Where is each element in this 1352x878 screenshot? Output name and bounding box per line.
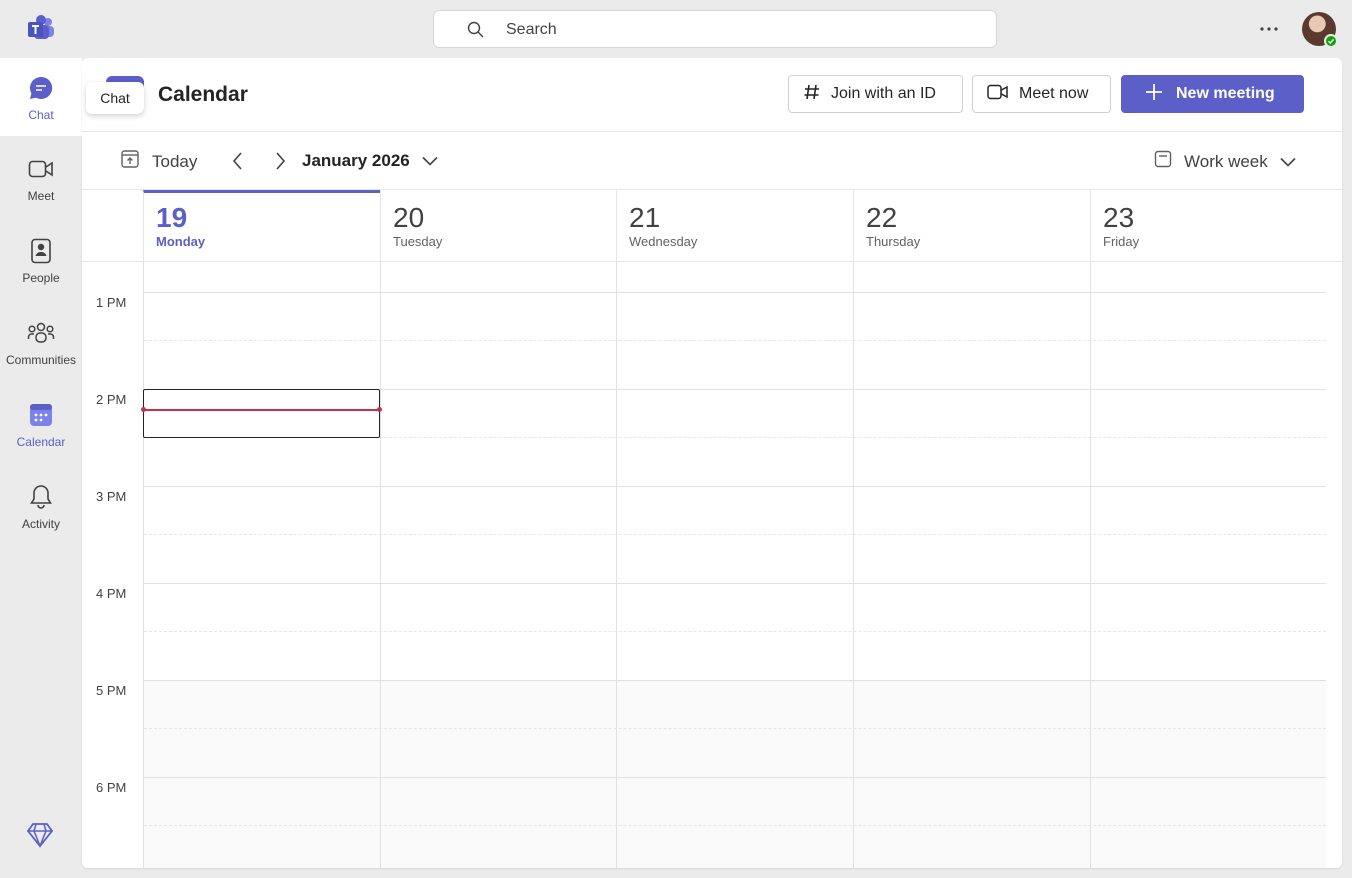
day-header-thursday[interactable]: 22 Thursday [853, 190, 1090, 262]
chat-tooltip: Chat [86, 82, 144, 114]
chat-icon [27, 74, 55, 102]
day-headers: 19 Monday 20 Tuesday 21 Wednesday 22 Thu… [82, 190, 1342, 262]
chevron-down-icon [1280, 152, 1296, 172]
day-column-thursday[interactable] [853, 262, 1090, 868]
more-options-icon[interactable] [1254, 16, 1284, 42]
previous-week-chevron-icon[interactable] [228, 150, 248, 172]
calendar-today-icon [120, 149, 140, 174]
join-with-id-button[interactable]: Join with an ID [788, 75, 963, 113]
day-column-wednesday[interactable] [616, 262, 853, 868]
month-picker[interactable]: January 2026 [302, 151, 438, 171]
month-label: January 2026 [302, 151, 410, 170]
rail-item-calendar[interactable]: Calendar [0, 385, 82, 463]
view-calendar-icon [1154, 150, 1172, 173]
time-label: 5 PM [96, 683, 127, 698]
current-time-indicator [141, 407, 382, 412]
day-name: Friday [1103, 234, 1140, 249]
rail-item-label: Chat [28, 108, 54, 122]
day-number: 20 [393, 202, 425, 233]
search-bar[interactable]: Search [433, 10, 997, 48]
day-name: Wednesday [629, 234, 698, 249]
rail-item-people[interactable]: People [0, 221, 82, 299]
search-icon [466, 20, 486, 40]
rail-item-meet[interactable]: Meet [0, 139, 82, 217]
rail-item-chat[interactable]: Chat [0, 58, 82, 136]
page-title: Calendar [158, 83, 248, 106]
new-meeting-label: New meeting [1176, 85, 1275, 102]
meet-now-button[interactable]: Meet now [972, 75, 1111, 113]
premium-diamond-icon[interactable] [26, 822, 54, 850]
rail-item-communities[interactable]: Communities [0, 303, 82, 381]
today-label: Today [152, 151, 198, 171]
rail-item-label: People [22, 271, 60, 285]
chevron-down-icon [422, 151, 438, 171]
next-week-chevron-icon[interactable] [270, 150, 290, 172]
presence-available-icon [1324, 34, 1338, 48]
rail-item-label: Calendar [16, 435, 66, 449]
day-number: 22 [866, 202, 898, 233]
calendar-panel: Calendar Join with an ID Meet now New me… [82, 58, 1342, 868]
new-meeting-button[interactable]: New meeting [1121, 75, 1304, 113]
view-label: Work week [1184, 151, 1268, 171]
video-camera-icon [987, 84, 1009, 105]
hashtag-icon [803, 83, 821, 106]
rail-item-label: Communities [5, 353, 77, 367]
day-name: Tuesday [393, 234, 443, 249]
time-grid[interactable]: 1 PM 2 PM 3 PM 4 PM 5 PM 6 PM [82, 262, 1342, 868]
search-placeholder: Search [506, 21, 557, 38]
teams-logo-icon[interactable] [26, 14, 56, 44]
time-label: 6 PM [96, 780, 127, 795]
day-name: Thursday [866, 234, 921, 249]
rail-item-activity[interactable]: Activity [0, 467, 82, 545]
day-header-tuesday[interactable]: 20 Tuesday [380, 190, 616, 262]
video-camera-icon [27, 155, 55, 183]
day-number: 23 [1103, 202, 1135, 233]
day-number: 19 [156, 202, 188, 233]
calendar-header: Calendar Join with an ID Meet now New me… [82, 58, 1342, 132]
day-name: Monday [156, 234, 206, 249]
avatar[interactable] [1302, 12, 1338, 48]
calendar-toolbar: Today January 2026 Work week [82, 132, 1342, 190]
day-header-friday[interactable]: 23 Friday [1090, 190, 1342, 262]
today-button[interactable]: Today [120, 149, 197, 174]
day-header-monday[interactable]: 19 Monday [143, 190, 380, 262]
day-number: 21 [629, 202, 661, 233]
time-label: 2 PM [96, 392, 127, 407]
time-label: 1 PM [96, 295, 127, 310]
contact-book-icon [27, 237, 55, 265]
time-label: 4 PM [96, 586, 127, 601]
app-rail: Chat Meet People Communities Calendar Ac… [0, 58, 82, 878]
calendar-icon [27, 401, 55, 429]
join-with-id-label: Join with an ID [831, 85, 936, 102]
view-switcher[interactable]: Work week [1154, 150, 1296, 173]
bell-icon [27, 483, 55, 511]
day-column-monday[interactable] [143, 262, 380, 868]
meet-now-label: Meet now [1019, 85, 1089, 102]
time-label: 3 PM [96, 489, 127, 504]
plus-icon [1144, 82, 1164, 107]
selected-time-slot[interactable] [143, 389, 380, 438]
day-header-wednesday[interactable]: 21 Wednesday [616, 190, 853, 262]
day-column-tuesday[interactable] [380, 262, 616, 868]
day-column-friday[interactable] [1090, 262, 1326, 868]
rail-item-label: Activity [21, 517, 60, 531]
rail-item-label: Meet [27, 189, 55, 203]
communities-icon [27, 319, 55, 347]
top-bar: Search [0, 0, 1352, 58]
